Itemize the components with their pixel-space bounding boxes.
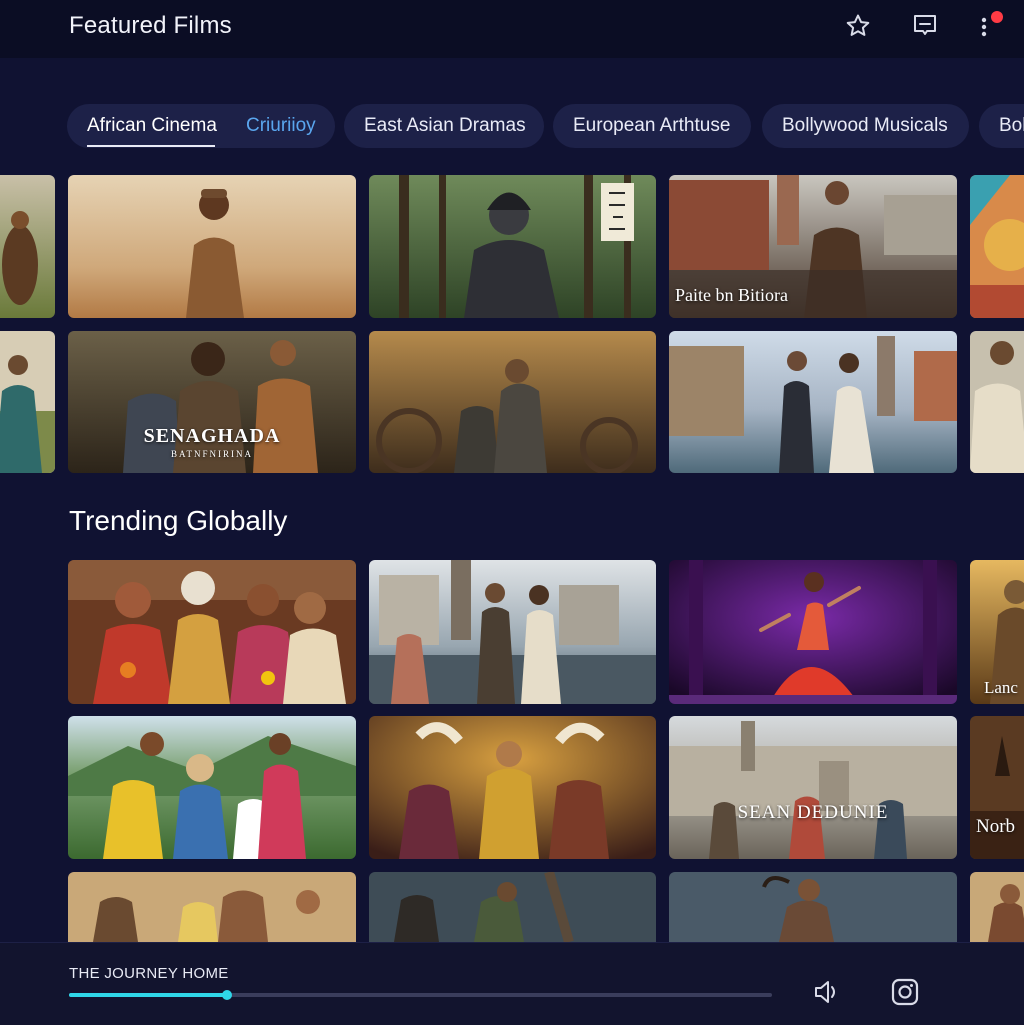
- notification-badge: [991, 11, 1003, 23]
- film-card[interactable]: Lanc: [970, 560, 1024, 704]
- tab-european-arthouse[interactable]: European Arthtuse: [553, 104, 751, 148]
- tab-secondary-label[interactable]: Criuriioy: [246, 115, 316, 137]
- tab-bollywood-partial[interactable]: Bol: [979, 104, 1024, 148]
- active-tab-indicator: [87, 145, 215, 147]
- page-title: Featured Films: [69, 12, 232, 39]
- film-card[interactable]: Paite bn Bitiora: [669, 175, 957, 318]
- film-card[interactable]: [68, 872, 356, 942]
- film-card[interactable]: [970, 331, 1024, 473]
- tab-bollywood-musicals[interactable]: Bollywood Musicals: [762, 104, 969, 148]
- tab-label: Bollywood Musicals: [782, 115, 948, 136]
- tab-label: African Cinema: [87, 115, 217, 136]
- progress-bar[interactable]: [69, 990, 772, 1000]
- genre-tabs: African Cinema Criuriioy East Asian Dram…: [0, 104, 1024, 148]
- film-card[interactable]: [669, 560, 957, 704]
- film-card[interactable]: [369, 331, 656, 473]
- film-card[interactable]: [369, 175, 656, 318]
- film-card[interactable]: [970, 872, 1024, 942]
- film-card[interactable]: [369, 872, 656, 942]
- card-caption: Norb: [976, 816, 1016, 837]
- film-card[interactable]: [68, 560, 356, 704]
- film-card[interactable]: [369, 716, 656, 859]
- card-title: SENAGHADA: [143, 425, 281, 447]
- film-card[interactable]: SENAGHADA BATNFNIRINA: [68, 331, 356, 473]
- now-playing-title: THE JOURNEY HOME: [69, 965, 229, 982]
- film-card[interactable]: [669, 872, 957, 942]
- message-icon[interactable]: [911, 12, 939, 40]
- film-card[interactable]: [68, 716, 356, 859]
- film-card[interactable]: [68, 175, 356, 318]
- film-card[interactable]: [369, 560, 656, 704]
- card-caption: Lanc: [984, 678, 1018, 697]
- progress-handle[interactable]: [222, 990, 233, 1000]
- film-card[interactable]: [0, 331, 55, 473]
- tab-african-cinema[interactable]: African Cinema Criuriioy: [67, 104, 335, 148]
- progress-fill: [69, 993, 228, 997]
- star-icon[interactable]: [844, 12, 872, 40]
- card-caption: SEAN DEDUNIE: [737, 802, 889, 823]
- tab-label: European Arthtuse: [573, 115, 731, 136]
- section-title: Trending Globally: [69, 505, 288, 536]
- instagram-icon[interactable]: [890, 977, 920, 1007]
- top-bar: Featured Films: [0, 0, 1024, 58]
- film-card[interactable]: [970, 175, 1024, 318]
- card-subtitle: BATNFNIRINA: [170, 449, 253, 459]
- tab-label: Bol: [999, 115, 1024, 136]
- film-card[interactable]: SEAN DEDUNIE: [669, 716, 957, 859]
- film-card[interactable]: [0, 175, 55, 318]
- player-bar: THE JOURNEY HOME: [0, 942, 1024, 1025]
- tab-label: East Asian Dramas: [364, 115, 526, 136]
- tab-east-asian-dramas[interactable]: East Asian Dramas: [344, 104, 544, 148]
- card-caption: Paite bn Bitiora: [675, 285, 788, 305]
- film-card[interactable]: [669, 331, 957, 473]
- film-card[interactable]: Norb: [970, 716, 1024, 859]
- volume-icon[interactable]: [812, 977, 842, 1007]
